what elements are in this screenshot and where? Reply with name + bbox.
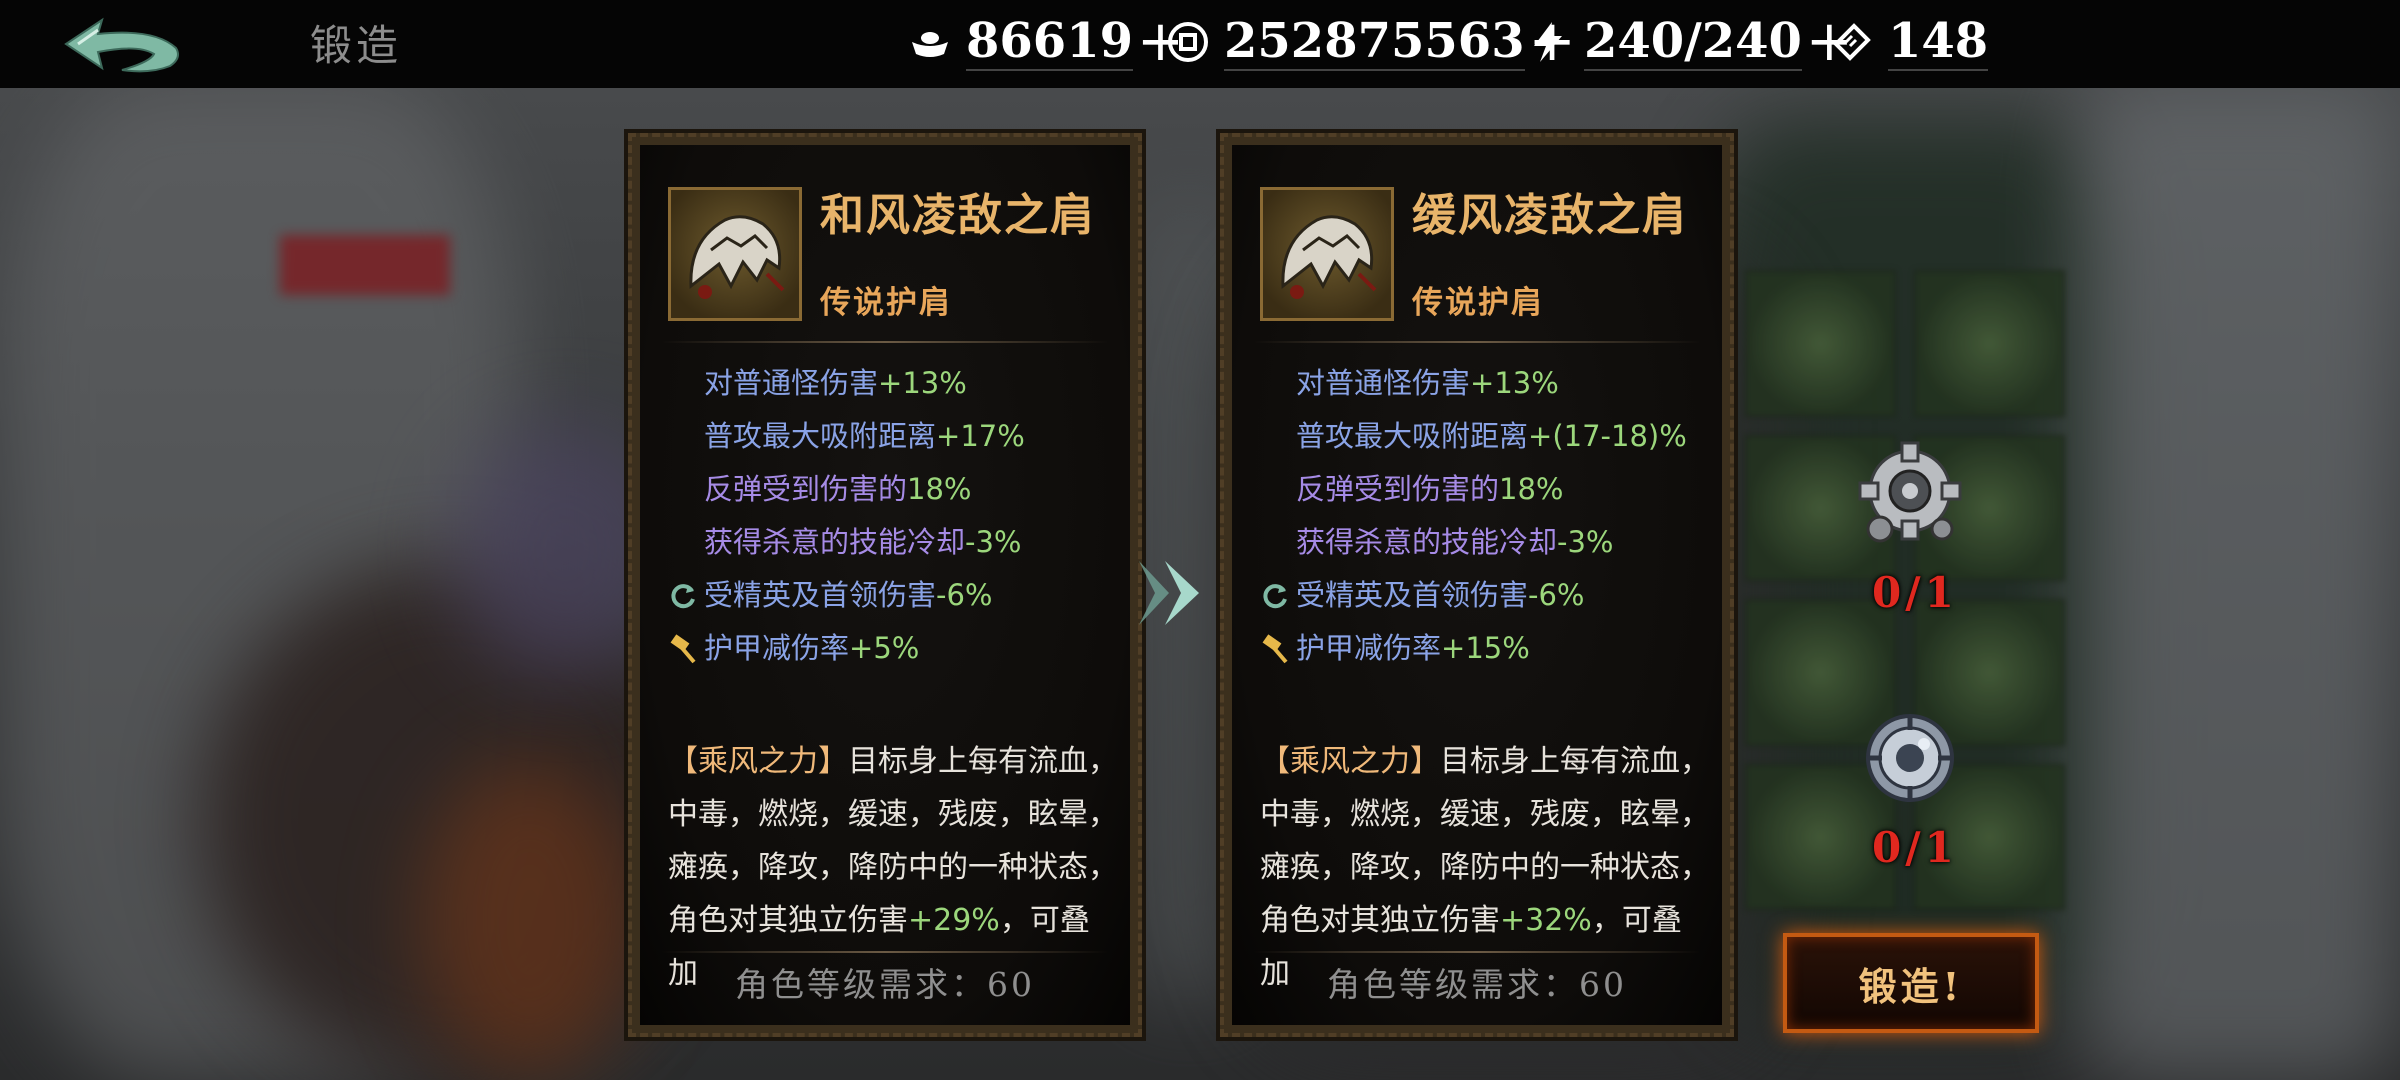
material-count: 0/1 xyxy=(1872,568,1958,617)
divider xyxy=(1254,951,1700,953)
coin-icon xyxy=(1166,20,1210,64)
shoulder-armor-icon xyxy=(668,187,802,321)
material-slot-round-gear[interactable] xyxy=(1850,700,1970,820)
stat-list: 对普通怪伤害+13% 普攻最大吸附距离+17% 反弹受到伤害的18% 获得杀意的… xyxy=(668,357,1118,675)
resource-energy: 240/240 + xyxy=(1526,12,1853,72)
back-button[interactable] xyxy=(58,14,188,76)
level-requirement: 角色等级需求：60 xyxy=(735,965,1035,1004)
stat-row: 反弹受到伤害的18% xyxy=(1296,472,1564,506)
item-name: 缓风凌敌之肩 xyxy=(1412,190,1688,241)
game-background xyxy=(0,0,2400,1080)
silver-amount: 86619 xyxy=(966,13,1133,71)
energy-amount: 240/240 xyxy=(1584,13,1802,71)
stat-row: 获得杀意的技能冷却-3% xyxy=(1296,525,1614,559)
shoulder-armor-icon xyxy=(1260,187,1394,321)
current-item-card: 和风凌敌之肩 传说护肩 对普通怪伤害+13% 普攻最大吸附距离+17% 反弹受到… xyxy=(628,133,1142,1037)
hammer-icon xyxy=(670,634,696,664)
resource-silver: 86619 + xyxy=(908,12,1184,72)
material-count: 0/1 xyxy=(1872,823,1958,872)
divider xyxy=(662,341,1108,343)
top-bar: 锻造 86619 + 252875563 + 240/240 + 148 xyxy=(0,0,2400,88)
stat-row: 护甲减伤率+15% xyxy=(1260,622,1710,675)
ticket-icon xyxy=(1830,20,1874,64)
item-rarity: 传说护肩 xyxy=(1412,285,1544,321)
resource-coin: 252875563 + xyxy=(1166,12,1576,72)
level-requirement: 角色等级需求：60 xyxy=(1327,965,1627,1004)
gear-material-icon xyxy=(1858,441,1962,543)
resource-ticket: 148 xyxy=(1830,12,1989,72)
stat-list: 对普通怪伤害+13% 普攻最大吸附距离+(17-18)% 反弹受到伤害的18% … xyxy=(1260,357,1710,675)
upgrade-arrow-icon xyxy=(1139,561,1199,625)
stat-row: 受精英及首领伤害-6% xyxy=(1260,569,1710,622)
refresh-icon xyxy=(671,584,695,609)
stat-row: 获得杀意的技能冷却-3% xyxy=(704,525,1022,559)
refresh-icon xyxy=(1263,584,1287,609)
stat-row: 对普通怪伤害+13% xyxy=(704,366,967,400)
forged-item-card: 缓风凌敌之肩 传说护肩 对普通怪伤害+13% 普攻最大吸附距离+(17-18)%… xyxy=(1220,133,1734,1037)
stat-row: 反弹受到伤害的18% xyxy=(704,472,972,506)
stat-row: 受精英及首领伤害-6% xyxy=(668,569,1118,622)
forge-button-label: 锻造! xyxy=(1858,963,1964,1009)
hammer-icon xyxy=(1262,634,1288,664)
divider xyxy=(1254,341,1700,343)
back-arrow-icon xyxy=(64,17,179,73)
item-rarity: 传说护肩 xyxy=(820,285,952,321)
stat-row: 普攻最大吸附距离+(17-18)% xyxy=(1296,419,1687,453)
stat-row: 护甲减伤率+5% xyxy=(668,622,1118,675)
material-slot-gear[interactable] xyxy=(1850,435,1970,555)
page-title: 锻造 xyxy=(310,21,403,70)
divider xyxy=(662,951,1108,953)
forge-button[interactable]: 锻造! xyxy=(1783,933,2039,1033)
energy-bolt-icon xyxy=(1526,20,1570,64)
stat-row: 普攻最大吸附距离+17% xyxy=(704,419,1025,453)
ticket-amount: 148 xyxy=(1888,13,1989,71)
coin-amount: 252875563 xyxy=(1224,13,1525,71)
round-gear-material-icon xyxy=(1866,714,1954,802)
item-name: 和风凌敌之肩 xyxy=(820,190,1096,241)
silver-ingot-icon xyxy=(908,20,952,64)
stat-row: 对普通怪伤害+13% xyxy=(1296,366,1559,400)
